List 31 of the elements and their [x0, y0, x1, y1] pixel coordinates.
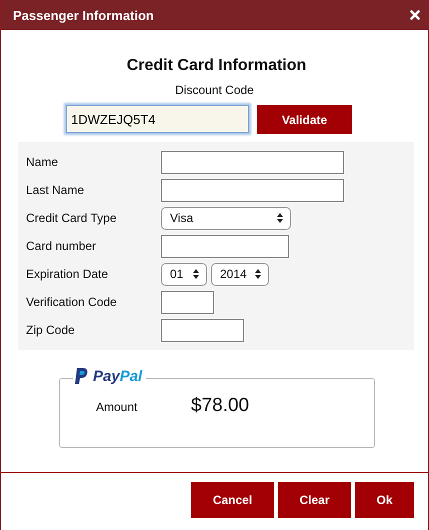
section-heading: Credit Card Information [126, 57, 308, 75]
up-down-arrow-icon [193, 269, 199, 279]
text-field[interactable] [161, 234, 289, 258]
field-label: Expiration Date [26, 267, 110, 281]
amount-value: $78.00 [191, 395, 250, 417]
amount-label: Amount [96, 400, 138, 414]
up-down-arrow-icon [277, 213, 283, 223]
field-label: Zip Code [26, 323, 76, 337]
paypal-logo-icon [75, 368, 89, 385]
select-dropdown[interactable]: 01 [161, 262, 207, 286]
dialog-button[interactable]: Clear [278, 482, 351, 518]
window-title: Passenger Information [13, 8, 154, 22]
dialog-button[interactable]: Ok [355, 482, 414, 518]
text-field[interactable] [161, 150, 344, 174]
field-label: Credit Card Type [26, 211, 118, 225]
dialog-button[interactable]: Cancel [191, 482, 274, 518]
close-icon[interactable] [410, 10, 420, 20]
discount-code-field[interactable]: 1DWZEJQ5T4 [66, 105, 249, 133]
up-down-arrow-icon [255, 269, 261, 279]
field-label: Name [26, 155, 60, 169]
field-label: Verification Code [26, 295, 118, 309]
select-dropdown[interactable]: 2014 [211, 262, 269, 286]
text-field[interactable] [161, 290, 214, 314]
paypal-wordmark: PayPal [93, 368, 142, 385]
discount-label: Discount Code [174, 83, 255, 97]
text-field[interactable] [161, 178, 344, 202]
text-field[interactable] [161, 318, 244, 342]
field-label: Card number [26, 239, 98, 253]
select-dropdown[interactable]: Visa [161, 206, 291, 230]
validate-button[interactable]: Validate [257, 105, 352, 134]
field-label: Last Name [26, 183, 86, 197]
